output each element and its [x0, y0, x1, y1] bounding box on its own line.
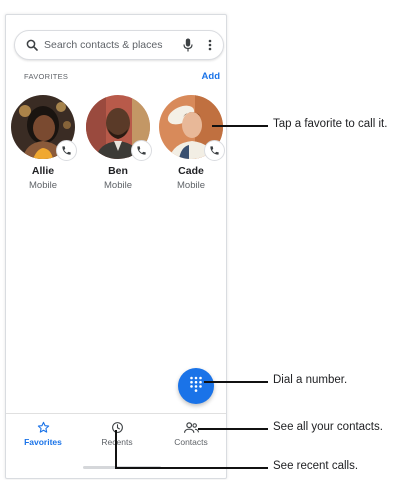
- favorite-type: Mobile: [104, 180, 132, 191]
- search-input[interactable]: Search contacts & places: [44, 39, 181, 51]
- phone-screen: Search contacts & places FAVORITES Add A…: [5, 14, 227, 479]
- callout-line-dial: [204, 381, 268, 383]
- bottom-navigation: Favorites Recents Contacts: [6, 413, 226, 453]
- avatar[interactable]: [159, 95, 225, 161]
- favorite-name: Ben: [108, 165, 128, 177]
- callout-dial: Dial a number.: [273, 374, 348, 386]
- tab-label: Favorites: [24, 437, 62, 447]
- phone-icon[interactable]: [56, 140, 77, 161]
- favorite-name: Cade: [178, 165, 204, 177]
- favorite-type: Mobile: [177, 180, 205, 191]
- favorite-tile[interactable]: Ben Mobile: [85, 95, 152, 191]
- callout-line-contacts: [198, 428, 268, 430]
- phone-icon[interactable]: [131, 140, 152, 161]
- favorites-title: FAVORITES: [24, 72, 69, 81]
- favorites-header: FAVORITES Add: [24, 71, 220, 82]
- more-vert-icon[interactable]: [205, 37, 215, 53]
- mic-icon[interactable]: [181, 37, 195, 53]
- callout-line-favorite: [212, 125, 268, 127]
- star-icon: [37, 420, 50, 434]
- callout-line-recents-vertical: [115, 430, 117, 468]
- dialpad-icon: [189, 376, 203, 397]
- callout-line-recents: [115, 467, 268, 469]
- avatar[interactable]: [86, 95, 152, 161]
- tab-contacts[interactable]: Contacts: [154, 414, 226, 453]
- callout-favorite: Tap a favorite to call it.: [273, 118, 388, 130]
- tab-label: Contacts: [174, 437, 208, 447]
- favorite-name: Allie: [31, 165, 55, 177]
- callout-recents: See recent calls.: [273, 460, 359, 472]
- favorite-tile[interactable]: Cade Mobile: [158, 95, 225, 191]
- add-favorite-button[interactable]: Add: [202, 71, 220, 82]
- search-bar[interactable]: Search contacts & places: [14, 30, 224, 60]
- phone-icon[interactable]: [204, 140, 225, 161]
- people-icon: [183, 420, 199, 434]
- callout-contacts: See all your contacts.: [273, 421, 383, 433]
- dialpad-button[interactable]: [178, 368, 214, 404]
- tab-favorites[interactable]: Favorites: [6, 414, 80, 453]
- clock-icon: [111, 420, 124, 434]
- tab-label: Recents: [101, 437, 133, 447]
- favorite-type: Mobile: [29, 180, 57, 191]
- tab-recents[interactable]: Recents: [80, 414, 154, 453]
- avatar[interactable]: [11, 95, 77, 161]
- search-icon: [25, 38, 39, 52]
- favorite-tile[interactable]: Allie Mobile: [10, 95, 77, 191]
